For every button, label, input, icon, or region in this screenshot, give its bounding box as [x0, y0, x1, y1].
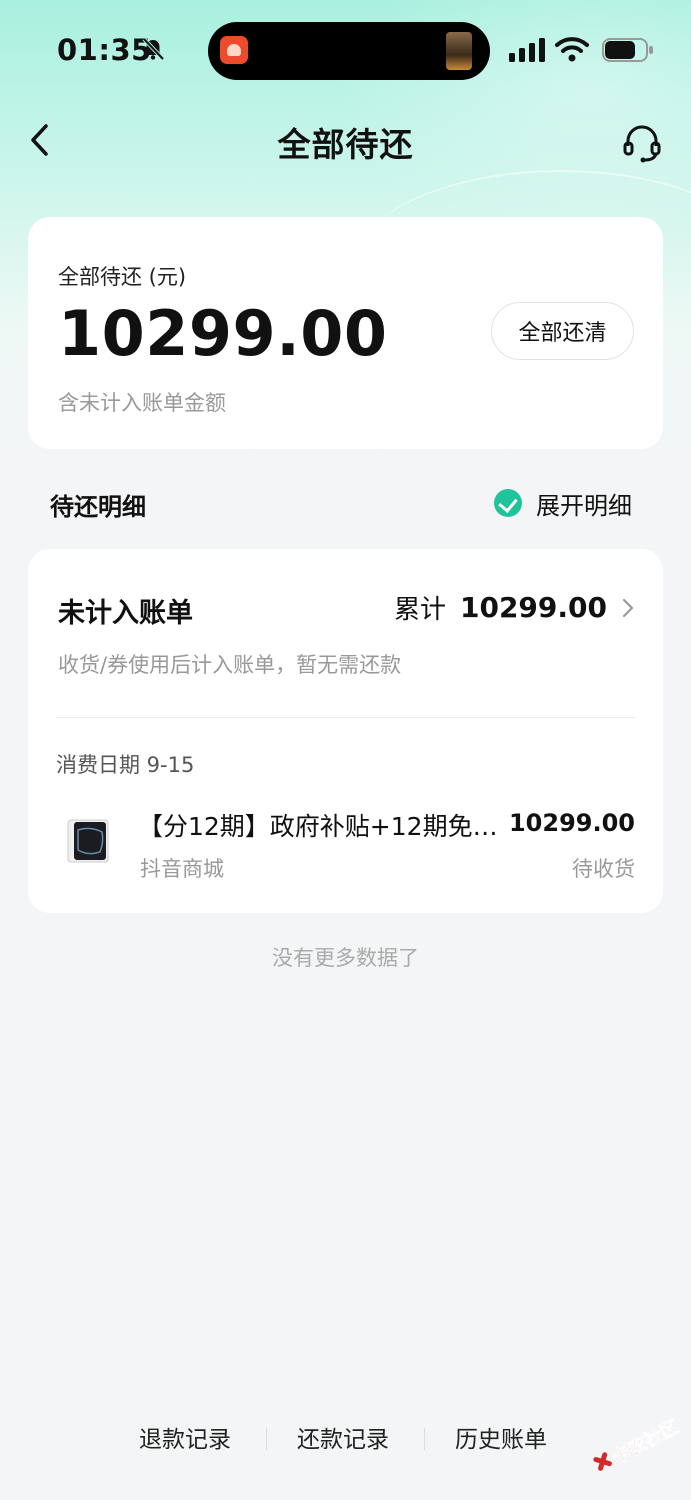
expand-details-toggle[interactable]: 展开明细 [494, 486, 632, 520]
cellular-signal-icon [509, 38, 545, 62]
pay-all-button[interactable]: 全部还清 [491, 302, 634, 360]
unbilled-title: 未计入账单 [58, 598, 193, 629]
dynamic-island [208, 22, 490, 80]
unbilled-total-link[interactable]: 累计 10299.00 [394, 589, 635, 626]
no-more-data-text: 没有更多数据了 [272, 946, 419, 970]
customer-service-icon[interactable] [621, 122, 663, 164]
watermark-text: 卡农社区 [609, 1416, 683, 1469]
watermark-logo: 卡农社区 [593, 1415, 683, 1471]
unbilled-card: 未计入账单 累计 10299.00 收货/券使用后计入账单，暂无需还款 消费日期… [28, 549, 663, 913]
battery-icon [602, 38, 653, 62]
refund-records-link[interactable]: 退款记录 [139, 1420, 231, 1454]
total-due-amount: 10299.00 [58, 297, 388, 370]
order-title: 【分12期】政府补贴+12期免… [138, 812, 498, 841]
app-live-activity-icon [220, 36, 248, 64]
bell-muted-icon [142, 37, 165, 61]
total-due-note: 含未计入账单金额 [58, 391, 226, 415]
chevron-right-icon [622, 598, 634, 617]
order-status: 待收货 [572, 857, 635, 881]
summary-card: 全部待还 (元) 10299.00 含未计入账单金额 全部还清 [28, 217, 663, 449]
repayment-records-link[interactable]: 还款记录 [297, 1420, 389, 1454]
status-bar: 01:35 [0, 0, 691, 100]
checkmark-icon [494, 489, 522, 517]
status-time: 01:35 [57, 33, 152, 67]
consumption-date-label: 消费日期 9-15 [56, 753, 195, 777]
divider [56, 717, 635, 718]
tablet-product-thumbnail [67, 819, 109, 863]
expand-details-label: 展开明细 [536, 491, 632, 520]
details-section-title: 待还明细 [50, 493, 146, 521]
order-shop: 抖音商城 [140, 857, 224, 881]
media-thumbnail-icon [446, 32, 472, 70]
cumulative-amount: 10299.00 [459, 591, 607, 624]
link-separator [266, 1428, 267, 1450]
order-amount: 10299.00 [508, 809, 635, 837]
total-due-label: 全部待还 (元) [58, 265, 187, 289]
history-bills-link[interactable]: 历史账单 [455, 1420, 547, 1454]
order-list-item[interactable]: 【分12期】政府补贴+12期免… 10299.00 抖音商城 待收货 [28, 801, 663, 891]
cumulative-label: 累计 [393, 595, 446, 625]
wifi-icon [555, 37, 589, 62]
page-title: 全部待还 [277, 125, 414, 164]
unbilled-description: 收货/券使用后计入账单，暂无需还款 [58, 653, 402, 677]
link-separator [424, 1428, 425, 1450]
